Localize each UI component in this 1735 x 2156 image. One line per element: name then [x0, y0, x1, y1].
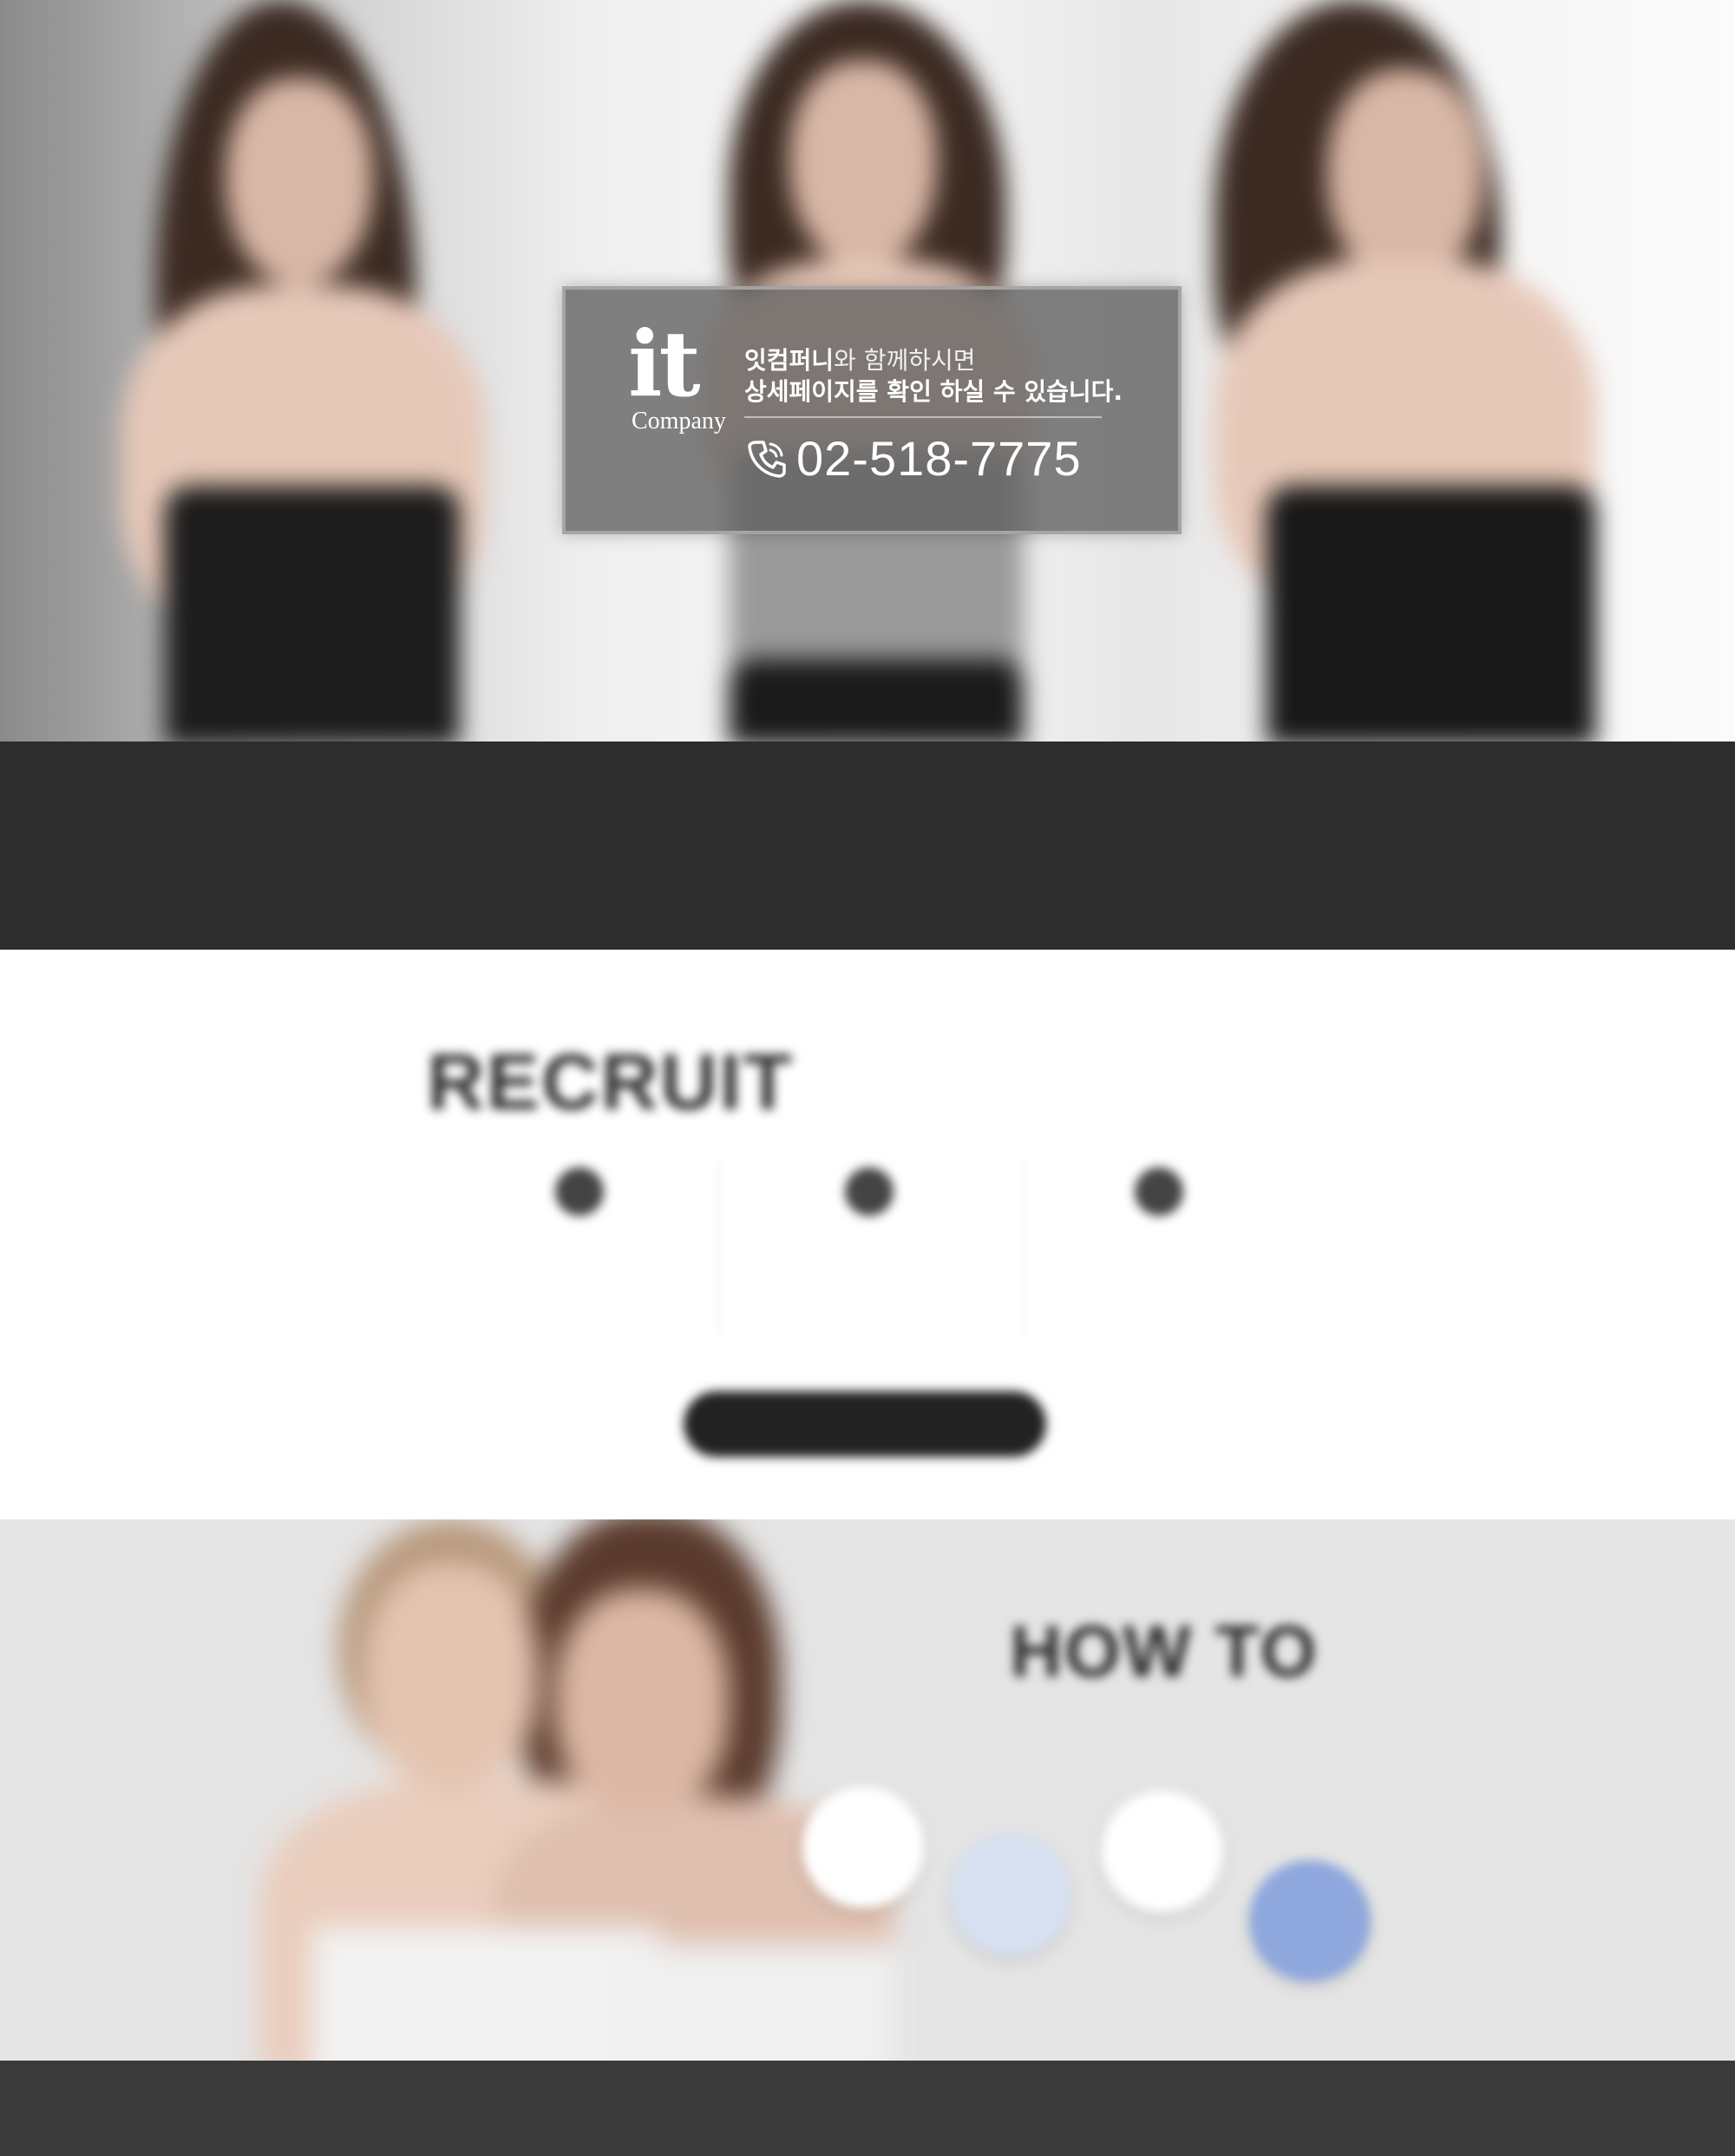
hero-model-image-right [1180, 0, 1666, 742]
chat-icon [1135, 1167, 1183, 1216]
feature-divider [1024, 1162, 1025, 1336]
howto-step-3[interactable] [1102, 1791, 1223, 1912]
recruit-feature-1 [449, 1167, 710, 1242]
phone-icon [748, 441, 786, 478]
company-logo: it [628, 310, 701, 417]
contact-popup: it Company 잇컴퍼니와 함께하시면 상세페이지를 확인 하실 수 있습… [562, 286, 1182, 534]
popup-message-line1-rest: 와 함께하시면 [834, 346, 976, 375]
howto-step-2[interactable] [950, 1834, 1071, 1956]
howto-title: HOW TO [1010, 1610, 1319, 1692]
phone-number[interactable]: 02-518-7775 [796, 430, 1082, 487]
howto-step-1[interactable] [802, 1787, 924, 1908]
popup-message-line1: 잇컴퍼니와 함께하시면 [744, 342, 976, 376]
recruit-apply-button[interactable] [684, 1391, 1046, 1457]
intro-band [0, 742, 1735, 950]
hero-section: it Company 잇컴퍼니와 함께하시면 상세페이지를 확인 하실 수 있습… [0, 0, 1735, 742]
howto-step-4[interactable] [1249, 1860, 1371, 1982]
footer [0, 2061, 1735, 2156]
recruit-title: RECRUIT [427, 1038, 794, 1127]
document-icon [555, 1167, 604, 1216]
recruit-feature-2 [739, 1167, 999, 1242]
popup-message-line2: 상세페이지를 확인 하실 수 있습니다. [744, 377, 1123, 406]
feature-divider [718, 1162, 720, 1336]
company-logo-subtitle: Company [632, 408, 726, 434]
popup-divider [744, 416, 1102, 418]
person-icon [845, 1167, 894, 1216]
recruit-feature-3 [1029, 1167, 1289, 1242]
hero-model-image-left [52, 0, 538, 742]
company-name-highlight: 잇컴퍼니 [744, 346, 835, 375]
